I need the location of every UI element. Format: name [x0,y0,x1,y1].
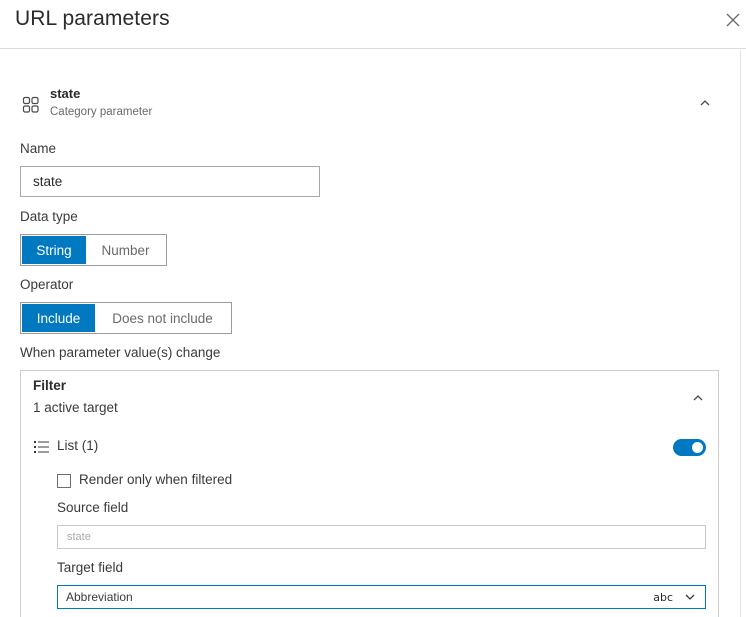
list-icon [34,440,50,454]
name-input[interactable]: state [20,166,320,197]
render-only-label: Render only when filtered [79,472,233,487]
target-list-label: List (1) [57,438,99,453]
data-type-segmented-control: String Number [20,234,167,266]
string-type-abc-icon: abc [653,591,673,604]
collapse-filter-chevron-up-icon[interactable] [691,391,705,405]
data-type-option-string[interactable]: String [22,236,86,264]
parameter-type: Category parameter [50,106,153,118]
target-enabled-toggle[interactable] [673,439,706,456]
parameter-name: state [50,86,81,101]
operator-option-does-not-include[interactable]: Does not include [95,304,230,332]
source-field-label: Source field [57,500,129,515]
filter-title: Filter [33,378,67,393]
change-label: When parameter value(s) change [20,345,221,360]
close-icon[interactable] [723,10,743,30]
data-type-option-number[interactable]: Number [86,236,165,264]
panel-title: URL parameters [15,7,170,30]
toggle-knob [692,442,703,453]
name-label: Name [20,141,57,156]
operator-label: Operator [20,277,74,292]
chevron-down-icon [684,591,696,603]
filter-subtitle: 1 active target [33,400,118,415]
scroll-divider [740,50,741,617]
operator-option-include[interactable]: Include [22,304,95,332]
target-field-select[interactable]: Abbreviation abc [57,585,706,609]
source-field-input[interactable]: state [57,525,706,549]
render-only-checkbox[interactable] [57,474,71,488]
target-field-label: Target field [57,560,124,575]
collapse-parameter-chevron-up-icon[interactable] [698,96,712,110]
operator-segmented-control: Include Does not include [20,302,232,334]
filter-card [20,370,719,617]
data-type-label: Data type [20,209,78,224]
target-field-value: Abbreviation [66,590,133,604]
category-grid-icon [22,96,40,114]
